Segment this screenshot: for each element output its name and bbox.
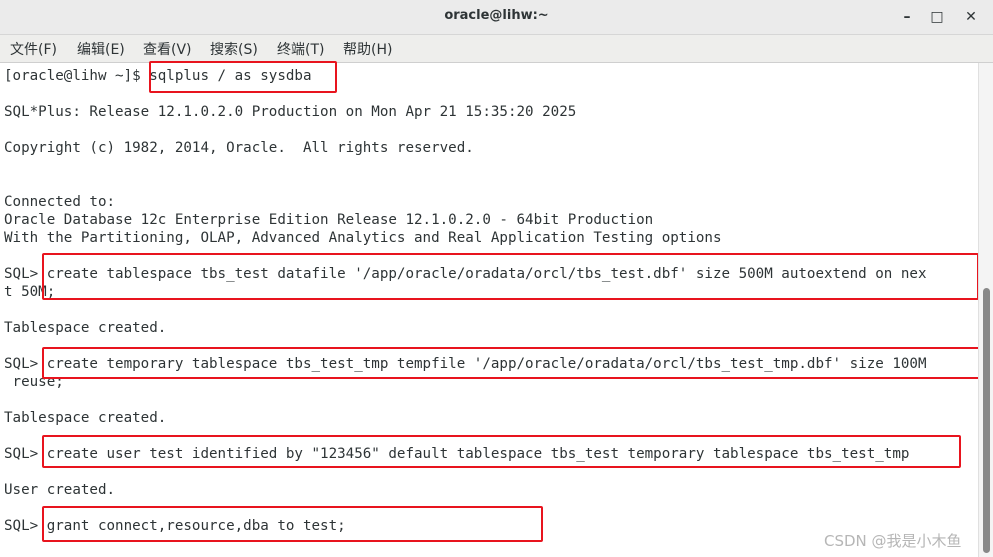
title-bar[interactable]: oracle@lihw:~ – □ ✕ bbox=[0, 0, 993, 35]
watermark: CSDN @我是小木鱼 bbox=[824, 532, 962, 550]
scrollbar-thumb[interactable] bbox=[983, 288, 990, 553]
highlight-box-create-user bbox=[42, 435, 961, 468]
terminal-line: Connected to: bbox=[4, 194, 116, 210]
close-button[interactable]: ✕ bbox=[959, 5, 983, 29]
menu-edit[interactable]: 编辑(E) bbox=[77, 39, 125, 59]
terminal-line: Tablespace created. bbox=[4, 410, 167, 426]
menu-terminal[interactable]: 终端(T) bbox=[277, 39, 324, 59]
highlight-box-tablespace bbox=[42, 253, 979, 300]
terminal-line: With the Partitioning, OLAP, Advanced An… bbox=[4, 230, 722, 246]
highlight-box-sqlplus bbox=[149, 61, 337, 93]
menu-view[interactable]: 查看(V) bbox=[143, 39, 192, 59]
window-title: oracle@lihw:~ bbox=[444, 8, 549, 23]
maximize-button[interactable]: □ bbox=[925, 5, 949, 29]
terminal-line: Copyright (c) 1982, 2014, Oracle. All ri… bbox=[4, 140, 474, 156]
terminal-line: SQL*Plus: Release 12.1.0.2.0 Production … bbox=[4, 104, 577, 120]
menu-help[interactable]: 帮助(H) bbox=[343, 39, 392, 59]
menu-file[interactable]: 文件(F) bbox=[10, 39, 57, 59]
terminal-window: oracle@lihw:~ – □ ✕ 文件(F) 编辑(E) 查看(V) 搜索… bbox=[0, 0, 993, 557]
terminal-output[interactable]: [oracle@lihw ~]$ sqlplus / as sysdba SQL… bbox=[0, 63, 978, 557]
highlight-box-grant bbox=[42, 506, 543, 542]
terminal-line: Oracle Database 12c Enterprise Edition R… bbox=[4, 212, 654, 228]
scrollbar[interactable] bbox=[978, 63, 993, 557]
minimize-button[interactable]: – bbox=[895, 5, 919, 29]
menu-search[interactable]: 搜索(S) bbox=[210, 39, 258, 59]
terminal-line: User created. bbox=[4, 482, 116, 498]
terminal-line: Tablespace created. bbox=[4, 320, 167, 336]
highlight-box-temp-tablespace bbox=[42, 347, 987, 379]
menu-bar: 文件(F) 编辑(E) 查看(V) 搜索(S) 终端(T) 帮助(H) bbox=[0, 35, 993, 63]
